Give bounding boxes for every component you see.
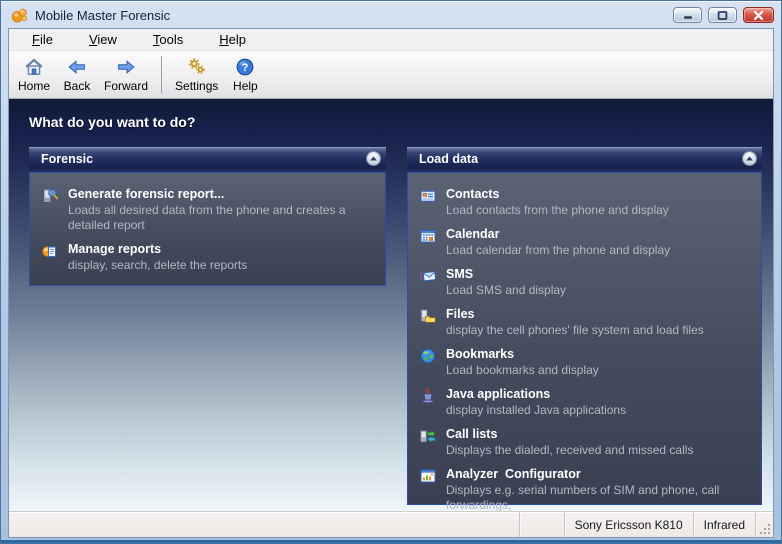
item-title[interactable]: Calendar: [446, 227, 670, 242]
manage-reports-item[interactable]: Manage reports display, search, delete t…: [42, 242, 377, 273]
forensic-panel-header: Forensic: [29, 147, 386, 169]
item-description: display, search, delete the reports: [68, 258, 247, 273]
help-button[interactable]: ? Help: [224, 52, 266, 97]
minimize-button[interactable]: [673, 7, 702, 23]
bookmarks-item[interactable]: Bookmarks Load bookmarks and display: [420, 347, 753, 378]
item-description: Displays the dialedl, received and misse…: [446, 443, 693, 458]
item-title[interactable]: Manage reports: [68, 242, 247, 257]
panel-row: Forensic: [29, 147, 762, 505]
app-logo-icon: [11, 7, 28, 24]
toolbar-separator: [161, 56, 162, 93]
app-window: Mobile Master Forensic File Vie: [0, 0, 782, 544]
menu-file[interactable]: File: [22, 30, 63, 49]
item-title[interactable]: Bookmarks: [446, 347, 599, 362]
item-description: display the cell phones' file system and…: [446, 323, 704, 338]
analyzer-configurator-icon: [420, 468, 436, 484]
chevron-up-icon: [369, 154, 378, 163]
status-main-section: [9, 512, 519, 537]
generate-forensic-report-item[interactable]: Generate forensic report... Loads all de…: [42, 187, 377, 233]
resize-grip[interactable]: [755, 512, 773, 537]
help-icon: ?: [235, 57, 255, 77]
item-title[interactable]: Analyzer Configurator: [446, 467, 753, 482]
item-title[interactable]: Contacts: [446, 187, 669, 202]
item-description: display installed Java applications: [446, 403, 626, 418]
close-button[interactable]: [743, 7, 774, 23]
files-icon: [420, 308, 436, 324]
minimize-icon: [683, 11, 693, 20]
back-button[interactable]: Back: [56, 52, 98, 97]
contacts-item[interactable]: Contacts Load contacts from the phone an…: [420, 187, 753, 218]
load-data-collapse-button[interactable]: [742, 151, 757, 166]
item-description: Load SMS and display: [446, 283, 566, 298]
window-title: Mobile Master Forensic: [35, 8, 673, 23]
menu-view[interactable]: View: [79, 30, 127, 49]
files-item[interactable]: Files display the cell phones' file syst…: [420, 307, 753, 338]
contacts-icon: [420, 188, 436, 204]
forensic-panel-body: Generate forensic report... Loads all de…: [29, 172, 386, 286]
item-description: Displays e.g. serial numbers of SIM and …: [446, 483, 753, 511]
load-data-panel: Load data: [407, 147, 762, 505]
settings-button[interactable]: Settings: [169, 52, 224, 97]
item-description: Load calendar from the phone and display: [446, 243, 670, 258]
forensic-report-icon: [42, 188, 58, 204]
back-arrow-icon: [67, 57, 87, 77]
call-lists-item[interactable]: Call lists Displays the dialedl, receive…: [420, 427, 753, 458]
home-icon: [24, 57, 44, 77]
menu-tools[interactable]: Tools: [143, 30, 193, 49]
item-description: Load bookmarks and display: [446, 363, 599, 378]
item-title[interactable]: SMS: [446, 267, 566, 282]
status-bar: Sony Ericsson K810 Infrared: [9, 511, 773, 537]
load-data-panel-body: Contacts Load contacts from the phone an…: [407, 172, 762, 505]
toolbar: Home Back Forward: [9, 51, 773, 99]
load-data-panel-header: Load data: [407, 147, 762, 169]
status-empty-cell: [519, 512, 564, 537]
window-controls: [673, 7, 774, 23]
item-title[interactable]: Call lists: [446, 427, 693, 442]
calendar-item[interactable]: Calendar Load calendar from the phone an…: [420, 227, 753, 258]
window-body: File View Tools Help Home Back: [9, 29, 773, 537]
settings-gears-icon: [187, 57, 207, 77]
sms-item[interactable]: SMS Load SMS and display: [420, 267, 753, 298]
item-description: Loads all desired data from the phone an…: [68, 203, 377, 233]
title-bar[interactable]: Mobile Master Forensic: [1, 1, 781, 29]
item-title[interactable]: Java applications: [446, 387, 626, 402]
svg-text:?: ?: [242, 62, 249, 74]
analyzer-configurator-item[interactable]: Analyzer Configurator Displays e.g. seri…: [420, 467, 753, 511]
sms-icon: [420, 268, 436, 284]
calendar-icon: [420, 228, 436, 244]
forensic-collapse-button[interactable]: [366, 151, 381, 166]
forensic-panel: Forensic: [29, 147, 386, 286]
main-content: What do you want to do? Forensic: [9, 99, 773, 511]
manage-reports-icon: [42, 243, 58, 259]
maximize-icon: [717, 11, 728, 20]
maximize-button[interactable]: [708, 7, 737, 23]
status-device: Sony Ericsson K810: [564, 512, 693, 537]
java-applications-icon: [420, 388, 436, 404]
forward-button[interactable]: Forward: [98, 52, 154, 97]
call-lists-icon: [420, 428, 436, 444]
home-button[interactable]: Home: [12, 52, 56, 97]
bookmarks-globe-icon: [420, 348, 436, 364]
page-title: What do you want to do?: [29, 114, 762, 130]
java-applications-item[interactable]: Java applications display installed Java…: [420, 387, 753, 418]
chevron-up-icon: [745, 154, 754, 163]
item-description: Load contacts from the phone and display: [446, 203, 669, 218]
close-icon: [753, 11, 764, 20]
item-title[interactable]: Generate forensic report...: [68, 187, 377, 202]
resize-grip-icon: [760, 524, 771, 535]
menu-help[interactable]: Help: [209, 30, 256, 49]
item-title[interactable]: Files: [446, 307, 704, 322]
status-connection: Infrared: [693, 512, 755, 537]
menu-bar: File View Tools Help: [9, 29, 773, 51]
forward-arrow-icon: [116, 57, 136, 77]
